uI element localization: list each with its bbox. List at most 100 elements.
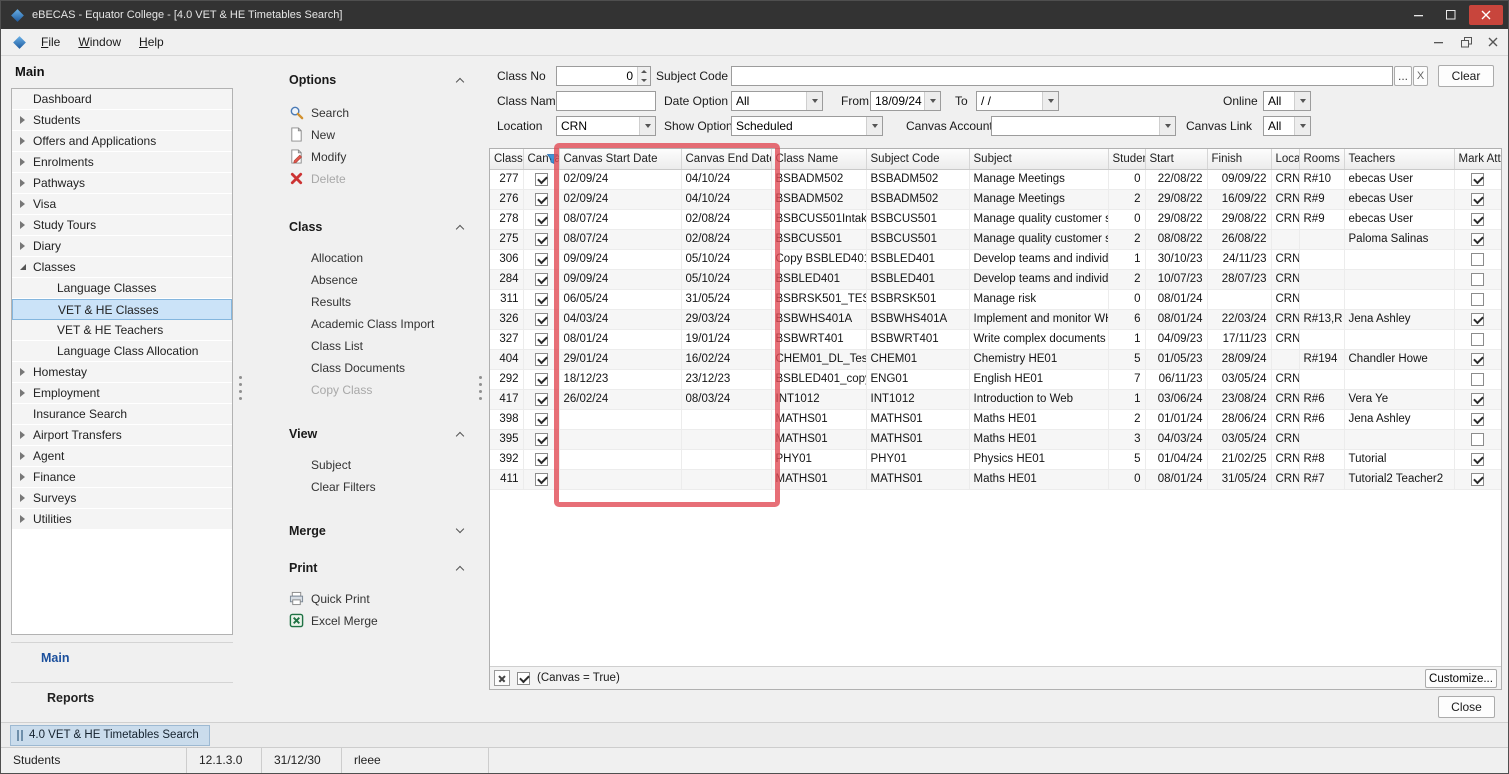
sidebar-item-insurance-search[interactable]: Insurance Search (12, 404, 232, 425)
minimize-button[interactable] (1403, 5, 1435, 25)
canvas-checkbox[interactable] (535, 353, 548, 366)
sidebar-item-agent[interactable]: Agent (12, 446, 232, 467)
expand-icon[interactable] (20, 494, 33, 502)
sidebar-item-dashboard[interactable]: Dashboard (12, 89, 232, 110)
splitter-handle[interactable] (237, 376, 243, 400)
sidebar-item-pathways[interactable]: Pathways (12, 173, 232, 194)
grid-row-392[interactable]: 392PHY01PHY01Physics HE01501/04/2421/02/… (490, 449, 1501, 469)
canvas-checkbox[interactable] (535, 233, 548, 246)
expand-icon[interactable] (20, 179, 33, 187)
chevron-down-icon[interactable] (1294, 92, 1310, 110)
mark-att-checkbox[interactable] (1471, 313, 1484, 326)
from-date-input[interactable]: 18/09/24 (870, 91, 941, 111)
customize-button[interactable]: Customize... (1425, 669, 1497, 688)
group-header-options[interactable]: Options (269, 70, 481, 90)
collapse-icon[interactable] (20, 264, 33, 270)
sidebar-item-utilities[interactable]: Utilities (12, 509, 232, 530)
sidebar-item-airport-transfers[interactable]: Airport Transfers (12, 425, 232, 446)
sidebar-item-enrolments[interactable]: Enrolments (12, 152, 232, 173)
grid-row-292[interactable]: 29218/12/2323/12/23BSBLED401_copyENG01En… (490, 369, 1501, 389)
absence-button[interactable]: Absence (269, 269, 481, 291)
grid-row-417[interactable]: 41726/02/2408/03/24INT1012INT1012Introdu… (490, 389, 1501, 409)
grid-row-411[interactable]: 411MATHS01MATHS01Maths HE01008/01/2431/0… (490, 469, 1501, 489)
subject-button[interactable]: Subject (269, 454, 481, 476)
canvas-checkbox[interactable] (535, 393, 548, 406)
menu-help[interactable]: Help (130, 31, 173, 53)
column-header-teachers[interactable]: Teachers (1344, 149, 1454, 169)
mark-att-checkbox[interactable] (1471, 453, 1484, 466)
expand-icon[interactable] (20, 452, 33, 460)
mark-att-checkbox[interactable] (1471, 253, 1484, 266)
show-option-dropdown[interactable]: Scheduled (731, 116, 883, 136)
nav-section-reports[interactable]: Reports (11, 682, 233, 705)
grid-row-326[interactable]: 32604/03/2429/03/24BSBWHS401ABSBWHS401AI… (490, 309, 1501, 329)
canvas-account-dropdown[interactable] (991, 116, 1176, 136)
mark-att-checkbox[interactable] (1471, 353, 1484, 366)
column-header-student[interactable]: Student (1108, 149, 1145, 169)
canvas-checkbox[interactable] (535, 373, 548, 386)
new-button[interactable]: New (269, 124, 481, 146)
expand-icon[interactable] (20, 116, 33, 124)
quick-print-button[interactable]: Quick Print (269, 588, 481, 610)
sidebar-item-homestay[interactable]: Homestay (12, 362, 232, 383)
chevron-down-icon[interactable] (639, 117, 655, 135)
canvas-checkbox[interactable] (535, 413, 548, 426)
class-no-input[interactable]: 0 (556, 66, 651, 86)
grid-row-277[interactable]: 27702/09/2404/10/24BSBADM502BSBADM502Man… (490, 169, 1501, 189)
grid-row-284[interactable]: 28409/09/2405/10/24BSBLED401BSBLED401Dev… (490, 269, 1501, 289)
online-dropdown[interactable]: All (1263, 91, 1311, 111)
grid-row-404[interactable]: 40429/01/2416/02/24CHEM01_DL_Test_CHEM01… (490, 349, 1501, 369)
mdi-restore-button[interactable] (1454, 32, 1478, 52)
subject-code-input[interactable] (731, 66, 1393, 86)
column-header-start[interactable]: Start (1145, 149, 1207, 169)
mark-att-checkbox[interactable] (1471, 273, 1484, 286)
clear-filters-button[interactable]: Clear Filters (269, 476, 481, 498)
expand-icon[interactable] (20, 368, 33, 376)
group-header-view[interactable]: View (269, 424, 481, 444)
expand-icon[interactable] (20, 473, 33, 481)
expand-icon[interactable] (20, 158, 33, 166)
mark-att-checkbox[interactable] (1471, 233, 1484, 246)
class-documents-button[interactable]: Class Documents (269, 357, 481, 379)
search-button[interactable]: Search (269, 102, 481, 124)
subject-code-lookup-button[interactable]: ... (1394, 66, 1412, 86)
tab-vet-he-timetables-search[interactable]: 4.0 VET & HE Timetables Search (10, 725, 210, 746)
grid-row-327[interactable]: 32708/01/2419/01/24BSBWRT401BSBWRT401Wri… (490, 329, 1501, 349)
column-header-canvas-end-date[interactable]: Canvas End Date (681, 149, 771, 169)
mark-att-checkbox[interactable] (1471, 293, 1484, 306)
sidebar-item-vet-he-classes[interactable]: VET & HE Classes (12, 299, 232, 320)
grid-row-398[interactable]: 398MATHS01MATHS01Maths HE01201/01/2428/0… (490, 409, 1501, 429)
sidebar-item-classes[interactable]: Classes (12, 257, 232, 278)
grid-row-395[interactable]: 395MATHS01MATHS01Maths HE01304/03/2403/0… (490, 429, 1501, 449)
canvas-checkbox[interactable] (535, 473, 548, 486)
grid-row-278[interactable]: 27808/07/2402/08/24BSBCUS501IntakeBSBCUS… (490, 209, 1501, 229)
sidebar-item-visa[interactable]: Visa (12, 194, 232, 215)
results-button[interactable]: Results (269, 291, 481, 313)
maximize-button[interactable] (1435, 5, 1467, 25)
sidebar-item-language-class-allocation[interactable]: Language Class Allocation (12, 341, 232, 362)
canvas-checkbox[interactable] (535, 193, 548, 206)
mdi-minimize-button[interactable] (1427, 32, 1451, 52)
menu-file[interactable]: File (32, 31, 69, 53)
expand-icon[interactable] (20, 137, 33, 145)
class-no-spinner[interactable] (637, 67, 650, 85)
sidebar-item-surveys[interactable]: Surveys (12, 488, 232, 509)
column-header-locati[interactable]: Locati (1271, 149, 1299, 169)
close-button[interactable]: Close (1438, 696, 1495, 718)
expand-icon[interactable] (20, 515, 33, 523)
expand-icon[interactable] (20, 221, 33, 229)
mark-att-checkbox[interactable] (1471, 393, 1484, 406)
grid-row-275[interactable]: 27508/07/2402/08/24BSBCUS501BSBCUS501Man… (490, 229, 1501, 249)
group-header-merge[interactable]: Merge (269, 521, 481, 541)
menu-window[interactable]: Window (69, 31, 130, 53)
column-header-canvas[interactable]: Canvas (523, 149, 559, 169)
sidebar-item-diary[interactable]: Diary (12, 236, 232, 257)
spin-up-icon[interactable] (638, 67, 650, 76)
column-header-subject-code[interactable]: Subject Code (866, 149, 969, 169)
clear-filters-button[interactable]: Clear (1438, 65, 1494, 87)
excel-merge-button[interactable]: Excel Merge (269, 610, 481, 632)
group-header-print[interactable]: Print (269, 558, 481, 578)
column-header-mark-att[interactable]: Mark Att (1454, 149, 1501, 169)
modify-button[interactable]: Modify (269, 146, 481, 168)
academic-class-import-button[interactable]: Academic Class Import (269, 313, 481, 335)
